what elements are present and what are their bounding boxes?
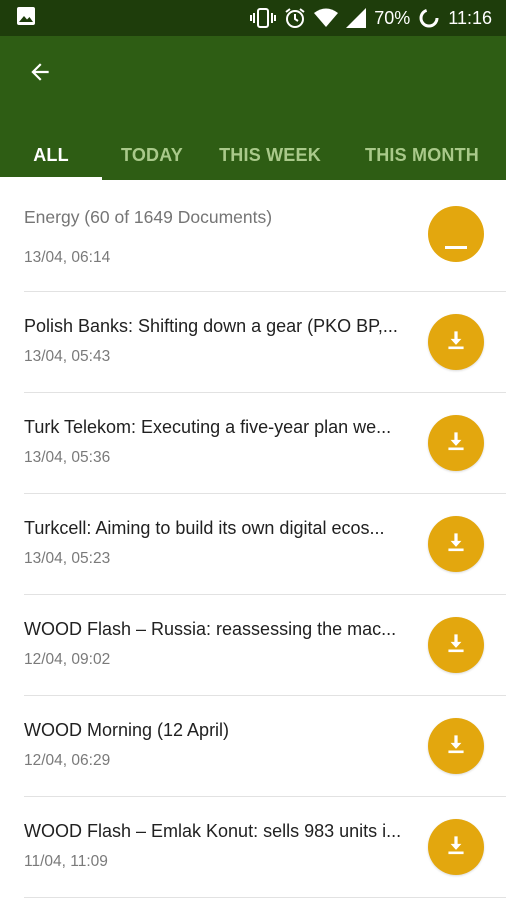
item-title: WOOD Flash – Emlak Konut: sells 983 unit… <box>24 821 402 841</box>
wifi-icon <box>314 8 339 28</box>
list-item[interactable]: Polish Banks: Shifting down a gear (PKO … <box>0 292 506 393</box>
download-icon <box>443 731 469 762</box>
list-item[interactable]: WOOD Flash – Russia: reassessing the mac… <box>0 595 506 696</box>
item-date: 13/04, 06:14 <box>24 249 111 266</box>
download-button[interactable] <box>428 516 484 572</box>
list-item[interactable]: 13/04, 06:14 <box>0 206 506 292</box>
back-button[interactable] <box>20 58 60 90</box>
list-item[interactable]: WOOD Morning (12 April) 12/04, 06:29 <box>0 696 506 797</box>
download-button[interactable] <box>428 206 484 262</box>
item-date: 13/04, 05:43 <box>24 348 111 365</box>
tab-all[interactable]: ALL <box>0 130 102 180</box>
item-title: WOOD Flash – Russia: reassessing the mac… <box>24 619 397 639</box>
clock: 11:16 <box>448 7 492 28</box>
download-icon <box>443 529 469 560</box>
signal-icon <box>346 8 367 28</box>
tab-this-week[interactable]: THIS WEEK <box>202 130 338 180</box>
divider <box>24 897 506 898</box>
image-icon <box>16 6 36 31</box>
item-title: Polish Banks: Shifting down a gear (PKO … <box>24 316 398 336</box>
list-item[interactable]: WOOD Flash – Emlak Konut: sells 983 unit… <box>0 797 506 898</box>
status-bar: 70% 11:16 <box>0 0 506 36</box>
item-date: 13/04, 05:36 <box>24 449 111 466</box>
list-item[interactable]: Turkcell: Aiming to build its own digita… <box>0 494 506 595</box>
app-bar: ALL TODAY THIS WEEK THIS MONTH <box>0 36 506 180</box>
download-button[interactable] <box>428 617 484 673</box>
item-date: 12/04, 06:29 <box>24 752 111 769</box>
item-title: Turkcell: Aiming to build its own digita… <box>24 518 385 538</box>
download-icon <box>443 832 469 863</box>
item-date: 12/04, 09:02 <box>24 651 111 668</box>
download-icon <box>443 327 469 358</box>
vibrate-icon <box>250 8 277 28</box>
download-icon <box>443 630 469 661</box>
tab-this-month[interactable]: THIS MONTH <box>338 130 506 180</box>
list-header: Energy (60 of 1649 Documents) <box>24 207 273 227</box>
item-date: 11/04, 11:09 <box>24 853 108 870</box>
battery-percentage: 70% <box>374 7 411 28</box>
tab-today[interactable]: TODAY <box>102 130 202 180</box>
download-button[interactable] <box>428 415 484 471</box>
download-button[interactable] <box>428 819 484 875</box>
document-list[interactable]: Energy (60 of 1649 Documents) 13/04, 06:… <box>0 180 506 900</box>
item-title: Turk Telekom: Executing a five-year plan… <box>24 417 392 437</box>
download-icon <box>445 246 467 249</box>
tab-bar: ALL TODAY THIS WEEK THIS MONTH <box>0 130 506 180</box>
list-item[interactable]: Turk Telekom: Executing a five-year plan… <box>0 393 506 494</box>
download-button[interactable] <box>428 718 484 774</box>
download-icon <box>443 428 469 459</box>
alarm-icon <box>284 7 306 29</box>
battery-icon <box>418 7 440 29</box>
item-title: WOOD Morning (12 April) <box>24 720 230 740</box>
download-button[interactable] <box>428 314 484 370</box>
item-date: 13/04, 05:23 <box>24 550 111 567</box>
arrow-back-icon <box>27 59 53 90</box>
